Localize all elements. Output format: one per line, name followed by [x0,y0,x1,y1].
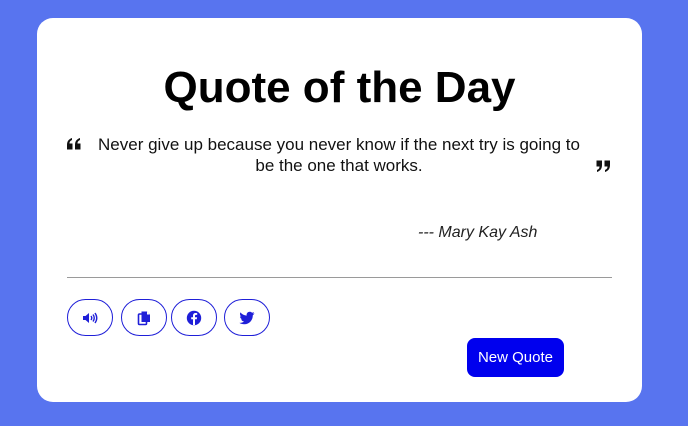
facebook-button[interactable] [171,299,217,336]
copy-icon [137,311,150,325]
quote-card: Quote of the Day Never give up because y… [37,18,642,402]
quote-left-icon [67,138,81,150]
quote-author: --- Mary Kay Ash [418,224,538,241]
twitter-icon [239,311,255,324]
quote-text: Never give up because you never know if … [98,135,580,175]
volume-icon [83,312,98,323]
quote-right-icon [596,160,610,172]
speak-button[interactable] [67,299,113,336]
facebook-icon [186,310,202,325]
twitter-button[interactable] [224,299,270,336]
divider [67,277,612,278]
page-title: Quote of the Day [163,63,516,112]
copy-button[interactable] [121,299,167,336]
new-quote-button[interactable]: New Quote [467,338,564,377]
